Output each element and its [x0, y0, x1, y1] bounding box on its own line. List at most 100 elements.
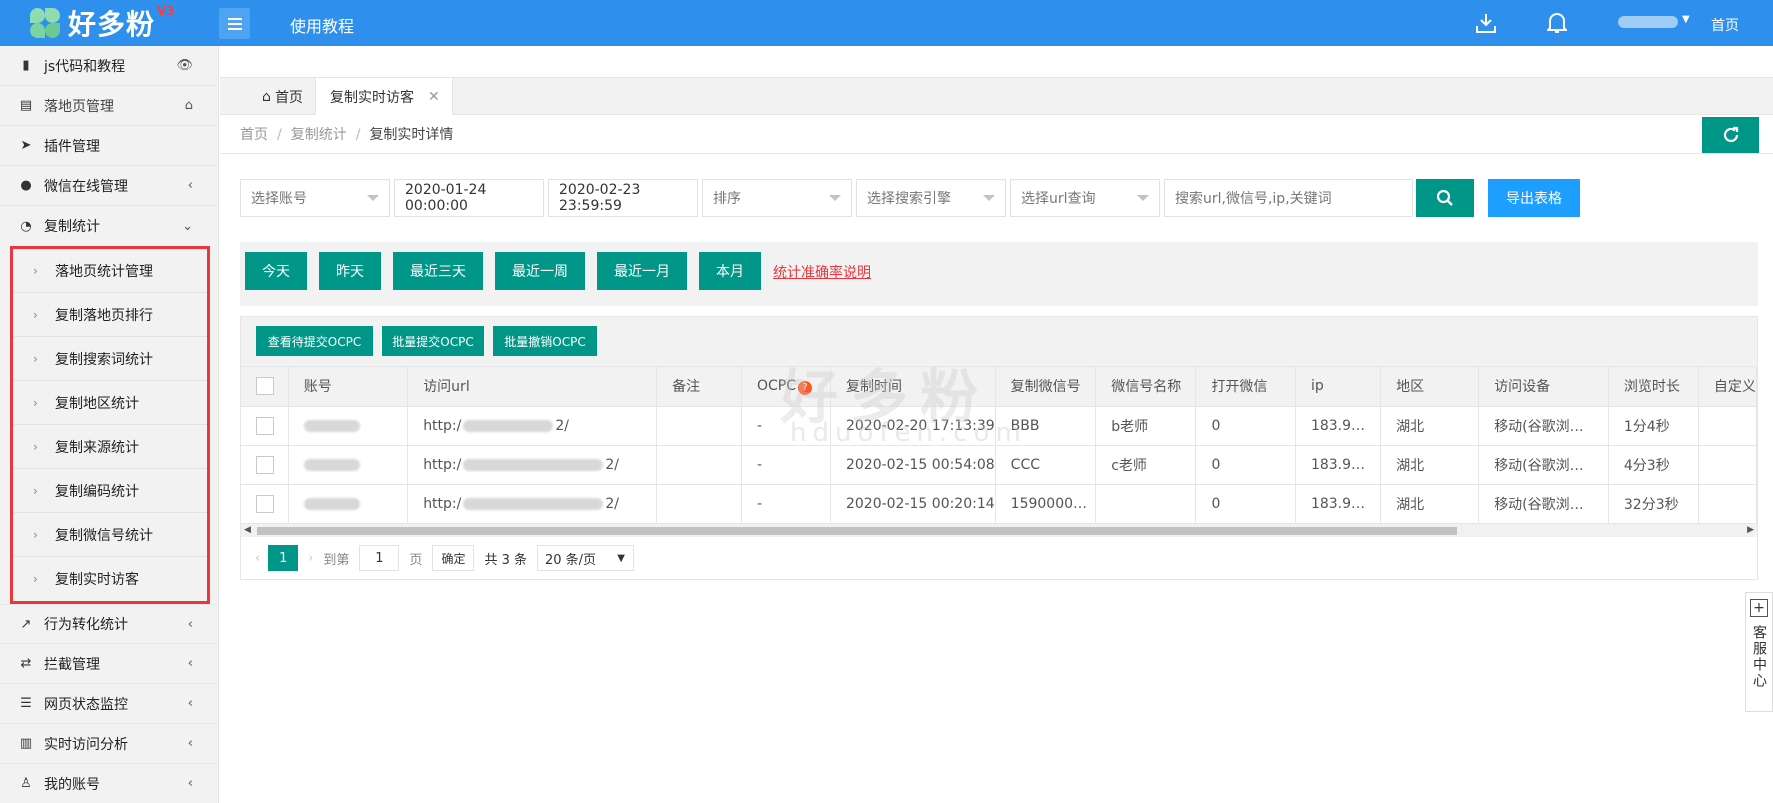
sidebar-item-realtime[interactable]: ▥ 实时访问分析 ‹	[0, 724, 218, 764]
table-row[interactable]: http:/2/ - 2020-02-15 00:20:14 1590000… …	[241, 484, 1758, 524]
sort-select[interactable]: 排序	[702, 179, 852, 217]
batch-submit-ocpc-button[interactable]: 批量提交OCPC	[382, 326, 484, 356]
logo-mark	[28, 6, 64, 40]
view-pending-ocpc-button[interactable]: 查看待提交OCPC	[256, 326, 373, 356]
close-icon[interactable]: ✕	[428, 89, 440, 105]
row-checkbox[interactable]	[256, 455, 274, 474]
submenu-item[interactable]: › 复制微信号统计	[13, 513, 207, 557]
tab-realtime-visitors[interactable]: 复制实时访客 ✕	[315, 78, 453, 115]
search-button[interactable]	[1416, 179, 1474, 217]
column-header[interactable]: 地区	[1380, 367, 1480, 407]
column-header[interactable]: 备注	[656, 367, 742, 407]
chevron-right-icon: ›	[33, 572, 38, 586]
accuracy-note-link[interactable]: 统计准确率说明	[773, 262, 871, 282]
submenu-item[interactable]: › 复制来源统计	[13, 425, 207, 469]
yesterday-button[interactable]: 昨天	[319, 252, 381, 290]
submenu-item-active[interactable]: › 复制实时访客	[13, 557, 207, 601]
sidebar-item-wechat-online[interactable]: ● 微信在线管理 ‹	[0, 166, 218, 206]
url-select[interactable]: 选择url查询	[1010, 179, 1160, 217]
username-blurred[interactable]	[1618, 16, 1678, 28]
sidebar-item-copy-stats[interactable]: ◔ 复制统计 ⌄	[0, 206, 218, 246]
tab-home[interactable]: ⌂ 首页	[240, 78, 325, 115]
home-icon: ⌂	[184, 98, 193, 113]
end-date-input[interactable]: 2020-02-23 23:59:59	[548, 179, 698, 217]
column-header[interactable]: 访问url	[407, 367, 658, 407]
start-date-input[interactable]: 2020-01-24 00:00:00	[394, 179, 544, 217]
breadcrumb-item[interactable]: 复制统计	[291, 127, 347, 143]
page-number-input[interactable]: 1	[359, 545, 400, 571]
column-header[interactable]: 账号	[288, 367, 409, 407]
row-checkbox[interactable]	[256, 416, 274, 435]
last-week-button[interactable]: 最近一周	[495, 252, 585, 290]
custom-cell	[1698, 406, 1758, 446]
caret-down-icon[interactable]: ▼	[1682, 14, 1690, 25]
submenu-item[interactable]: › 复制搜索词统计	[13, 337, 207, 381]
last-month-button[interactable]: 最近一月	[597, 252, 687, 290]
table-row[interactable]: http:/ 2/ - 2020-02-20 17:13:39 BBB b老师 0…	[241, 406, 1758, 446]
column-header[interactable]: 访问设备	[1478, 367, 1609, 407]
today-button[interactable]: 今天	[245, 252, 307, 290]
submenu-item[interactable]: › 落地页统计管理	[13, 249, 207, 293]
column-header[interactable]: 浏览时长	[1608, 367, 1699, 407]
search-engine-select[interactable]: 选择搜索引擎	[856, 179, 1006, 217]
last-three-days-button[interactable]: 最近三天	[393, 252, 483, 290]
confirm-page-button[interactable]: 确定	[432, 545, 475, 571]
plus-icon[interactable]: +	[1750, 599, 1768, 617]
logo-version: V3	[157, 4, 175, 18]
search-icon	[1436, 189, 1453, 206]
notification-button[interactable]	[1545, 11, 1569, 35]
submenu-item[interactable]: › 复制编码统计	[13, 469, 207, 513]
home-link[interactable]: 首页	[1711, 15, 1739, 35]
column-header[interactable]: ip	[1295, 367, 1382, 407]
next-page-icon[interactable]: ›	[308, 551, 313, 566]
breadcrumb-item[interactable]: 首页	[240, 127, 268, 143]
search-input-placeholder: 搜索url,微信号,ip,关键词	[1175, 191, 1332, 207]
chevron-left-icon: ‹	[187, 696, 193, 711]
sidebar-item-plugins[interactable]: ➤ 插件管理	[0, 126, 218, 166]
per-page-select[interactable]: 20 条/页 ▼	[537, 545, 634, 571]
customer-service-widget[interactable]: + 客服中心	[1745, 592, 1773, 712]
column-header-ocpc[interactable]: OCPC?	[741, 367, 831, 407]
column-header[interactable]: 自定义	[1698, 367, 1758, 407]
horizontal-scrollbar[interactable]: ◀ ▶	[241, 523, 1757, 537]
menu-toggle-button[interactable]	[219, 8, 250, 39]
this-month-button[interactable]: 本月	[699, 252, 761, 290]
bar-chart-icon: ▥	[19, 736, 33, 751]
download-button[interactable]	[1474, 11, 1498, 35]
sidebar-item-monitor[interactable]: ☰ 网页状态监控 ‹	[0, 684, 218, 724]
refresh-button[interactable]	[1702, 117, 1759, 153]
submenu-item[interactable]: › 复制地区统计	[13, 381, 207, 425]
chevron-left-icon: ‹	[187, 616, 193, 632]
submenu-label: 复制地区统计	[55, 395, 139, 412]
prev-page-icon[interactable]: ‹	[255, 551, 260, 566]
sidebar-item-label: 落地页管理	[44, 98, 114, 115]
account-select[interactable]: 选择账号	[240, 179, 390, 217]
column-header[interactable]: 微信号名称	[1095, 367, 1197, 407]
export-table-button[interactable]: 导出表格	[1488, 179, 1580, 217]
select-all-checkbox[interactable]	[256, 377, 274, 396]
sidebar-item-label: 网页状态监控	[44, 696, 128, 713]
sidebar-item-account[interactable]: ♙ 我的账号 ‹	[0, 764, 218, 803]
table-row[interactable]: http:/ 2/ - 2020-02-15 00:54:08 CCC c老师 0…	[241, 445, 1758, 485]
scroll-right-icon[interactable]: ▶	[1747, 525, 1754, 535]
help-icon[interactable]: ?	[797, 380, 812, 395]
scrollbar-thumb[interactable]	[257, 527, 1457, 535]
sidebar-item-behavior[interactable]: ↗ 行为转化统计 ‹	[0, 604, 218, 644]
sidebar-item-intercept[interactable]: ⇄ 拦截管理 ‹	[0, 644, 218, 684]
row-checkbox[interactable]	[256, 494, 274, 513]
send-icon: ➤	[20, 138, 32, 153]
scroll-left-icon[interactable]: ◀	[244, 525, 251, 535]
column-header[interactable]: 复制微信号	[995, 367, 1097, 407]
tutorial-link[interactable]: 使用教程	[290, 13, 354, 37]
note-cell	[656, 445, 742, 485]
search-input[interactable]: 搜索url,微信号,ip,关键词	[1164, 179, 1413, 217]
column-header[interactable]: 打开微信	[1195, 367, 1296, 407]
sidebar-item-js-code[interactable]: ▮ js代码和教程 👁	[0, 46, 218, 86]
current-page[interactable]: 1	[268, 545, 299, 571]
wechat-name-cell: b老师	[1095, 406, 1197, 446]
batch-revoke-ocpc-button[interactable]: 批量撤销OCPC	[493, 326, 597, 356]
submenu-item[interactable]: › 复制落地页排行	[13, 293, 207, 337]
column-header[interactable]: 复制时间	[830, 367, 996, 407]
sidebar-item-label: 我的账号	[44, 776, 100, 793]
sidebar-item-landing-pages[interactable]: ▤ 落地页管理 ⌂	[0, 86, 218, 126]
